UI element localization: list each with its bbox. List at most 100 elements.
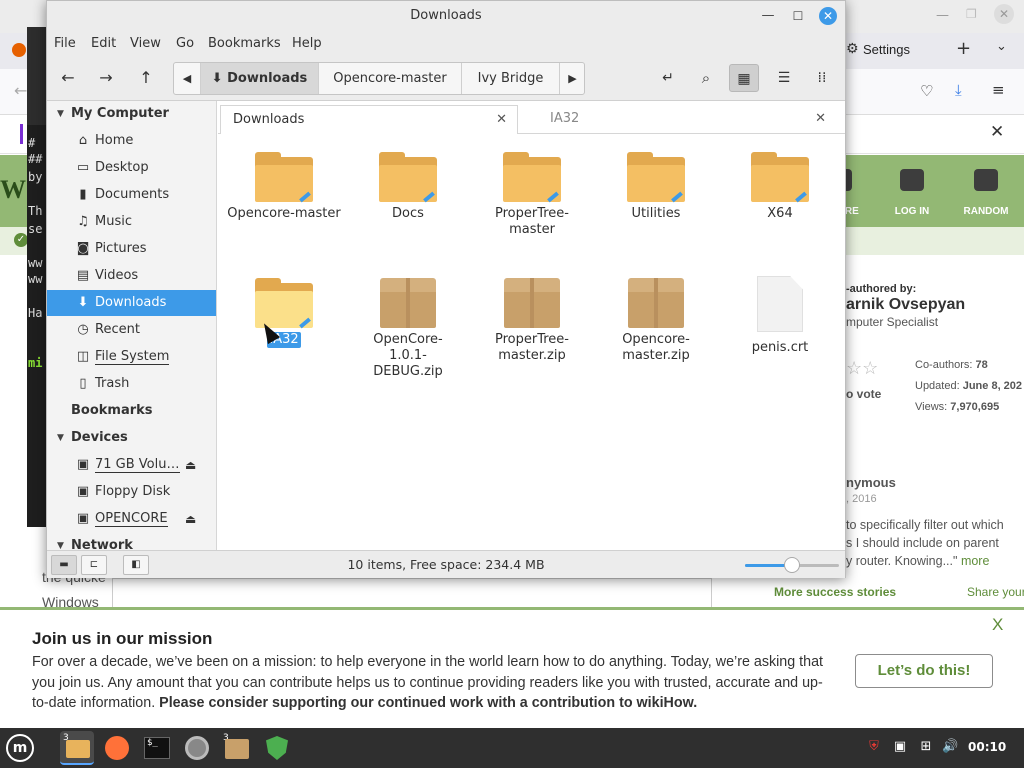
minimize-icon[interactable]: —: [936, 8, 949, 23]
sidebar-section-devices[interactable]: ▼ Devices: [47, 426, 216, 450]
sidebar: ▼ My Computer ⌂ Home ▭ Desktop ▮ Documents ♫…: [47, 101, 217, 550]
sidebar-item-music[interactable]: ♫ Music: [47, 209, 216, 235]
tree-toggle-icon[interactable]: ⊏: [81, 555, 107, 575]
maximize-icon[interactable]: ❐: [966, 7, 977, 21]
menu-help[interactable]: Help: [292, 36, 322, 51]
volume-icon[interactable]: 🔊: [942, 739, 958, 755]
taskbar-disks[interactable]: [180, 731, 214, 765]
clipboard-icon[interactable]: ▣: [892, 739, 908, 755]
file-item-propertree-master[interactable]: ProperTree-master: [470, 152, 594, 238]
file-item-opencore-master-zip[interactable]: Opencore-master.zip: [594, 278, 718, 364]
nav-login[interactable]: LOG IN: [882, 206, 942, 217]
share-link[interactable]: Share your: [967, 585, 1024, 599]
close-icon[interactable]: ✕: [496, 106, 507, 134]
back-icon[interactable]: ←: [53, 64, 83, 92]
menu-bookmarks[interactable]: Bookmarks: [208, 36, 281, 51]
sidebar-item-desktop[interactable]: ▭ Desktop: [47, 155, 216, 181]
banner-close-button[interactable]: X: [992, 615, 1003, 635]
more-stories-link[interactable]: More success stories: [774, 585, 896, 599]
comment-more-link[interactable]: more: [961, 554, 989, 568]
icon-view-icon[interactable]: ▦: [729, 64, 759, 92]
sidebar-item-home[interactable]: ⌂ Home: [47, 128, 216, 154]
sidebar-item-label: Floppy Disk: [95, 484, 171, 499]
places-toggle-icon[interactable]: ▬: [51, 555, 77, 575]
sidebar-toggle-icon[interactable]: ◧: [123, 555, 149, 575]
breadcrumb-ivy-bridge[interactable]: Ivy Bridge: [461, 63, 559, 94]
sidebar-item-floppy[interactable]: ▣ Floppy Disk: [47, 479, 216, 505]
file-item-penis-crt[interactable]: penis.crt: [718, 276, 842, 356]
mint-menu-icon[interactable]: m: [6, 734, 34, 762]
file-item-x64[interactable]: X64: [718, 152, 842, 222]
taskbar-terminal[interactable]: $_: [140, 731, 174, 765]
compact-view-icon[interactable]: ⁞⁞: [807, 64, 837, 92]
sidebar-item-downloads[interactable]: ⬇ Downloads: [47, 290, 216, 316]
list-view-icon[interactable]: ☰: [769, 64, 799, 92]
file-label: penis.crt: [751, 340, 809, 355]
close-icon[interactable]: ✕: [815, 105, 826, 133]
back-icon[interactable]: ←: [14, 81, 27, 100]
up-icon[interactable]: ↑: [131, 64, 161, 92]
file-item-opencore-master[interactable]: Opencore-master: [222, 152, 346, 222]
taskbar-update-manager[interactable]: [260, 731, 294, 765]
chevron-left-icon[interactable]: ◀: [174, 63, 200, 94]
file-item-docs[interactable]: Docs: [346, 152, 470, 222]
eject-icon[interactable]: ⏏: [185, 452, 196, 478]
sidebar-section-bookmarks[interactable]: Bookmarks: [47, 399, 216, 423]
tab-downloads[interactable]: Downloads ✕: [220, 105, 518, 134]
menu-edit[interactable]: Edit: [91, 36, 116, 51]
clock[interactable]: 00:10: [968, 740, 1006, 754]
folder-icon: [379, 152, 437, 203]
tab-ia32[interactable]: IA32 ✕: [524, 105, 836, 134]
taskbar-archive-manager[interactable]: 3: [220, 731, 254, 765]
eject-icon[interactable]: ⏏: [185, 506, 196, 532]
sidebar-section-my-computer[interactable]: ▼ My Computer: [47, 102, 216, 126]
search-icon[interactable]: ⌕: [691, 64, 721, 92]
chevron-down-icon[interactable]: ⌄: [996, 39, 1007, 54]
sidebar-item-recent[interactable]: ◷ Recent: [47, 317, 216, 343]
menu-view[interactable]: View: [130, 36, 161, 51]
file-item-ia32[interactable]: IA32: [222, 278, 346, 348]
taskbar-firefox[interactable]: [100, 731, 134, 765]
sidebar-item-documents[interactable]: ▮ Documents: [47, 182, 216, 208]
toggle-location-icon[interactable]: ↵: [653, 64, 683, 92]
sidebar-item-file-system[interactable]: ◫ File System: [47, 344, 216, 370]
nav-random[interactable]: RANDOM: [956, 206, 1016, 217]
hamburger-menu-icon[interactable]: ≡: [992, 81, 1005, 99]
menu-file[interactable]: File: [54, 36, 76, 51]
new-tab-icon[interactable]: +: [956, 38, 971, 59]
sidebar-item-pictures[interactable]: ◙ Pictures: [47, 236, 216, 262]
sidebar-section-network[interactable]: ▼ Network: [47, 534, 216, 550]
file-item-utilities[interactable]: Utilities: [594, 152, 718, 222]
sidebar-item-trash[interactable]: ▯ Trash: [47, 371, 216, 397]
close-icon[interactable]: ✕: [990, 122, 1004, 142]
maximize-icon[interactable]: ☐: [789, 7, 807, 25]
taskbar-files[interactable]: 3: [60, 731, 94, 765]
zoom-slider-handle[interactable]: [784, 557, 800, 573]
settings-tab[interactable]: Settings: [863, 42, 910, 57]
author-name[interactable]: arnik Ovsepyan: [846, 296, 965, 314]
breadcrumb-downloads[interactable]: ⬇ Downloads: [200, 63, 318, 94]
sidebar-item-videos[interactable]: ▤ Videos: [47, 263, 216, 289]
folder-icon: [255, 152, 313, 203]
breadcrumb-opencore-master[interactable]: Opencore-master: [318, 63, 461, 94]
close-icon[interactable]: ✕: [994, 4, 1014, 24]
sidebar-item-label-wrap: 71 GB Volu…: [95, 452, 180, 478]
minimize-icon[interactable]: —: [759, 7, 777, 25]
sidebar-item-volume[interactable]: ▣ 71 GB Volu… ⏏: [47, 452, 216, 478]
network-icon[interactable]: ⊞: [918, 739, 934, 755]
zoom-slider[interactable]: [745, 557, 839, 573]
file-item-propertree-zip[interactable]: ProperTree-master.zip: [470, 278, 594, 364]
menu-go[interactable]: Go: [176, 36, 194, 51]
star-rating-icon[interactable]: ☆☆: [846, 358, 878, 379]
file-item-opencore-debug-zip[interactable]: OpenCore-1.0.1-DEBUG.zip: [346, 278, 470, 380]
file-label: ProperTree-master.zip: [495, 332, 569, 363]
pocket-icon[interactable]: ♡: [920, 82, 933, 100]
chevron-right-icon[interactable]: ▶: [559, 63, 584, 94]
close-icon[interactable]: ✕: [819, 7, 837, 25]
lets-do-this-button[interactable]: Let’s do this!: [855, 654, 993, 688]
folder-icon: [503, 152, 561, 203]
shield-alert-icon[interactable]: ⛨: [866, 739, 882, 755]
forward-icon[interactable]: →: [91, 64, 121, 92]
downloads-icon[interactable]: ⤓: [955, 81, 962, 99]
sidebar-item-opencore[interactable]: ▣ OPENCORE ⏏: [47, 506, 216, 532]
